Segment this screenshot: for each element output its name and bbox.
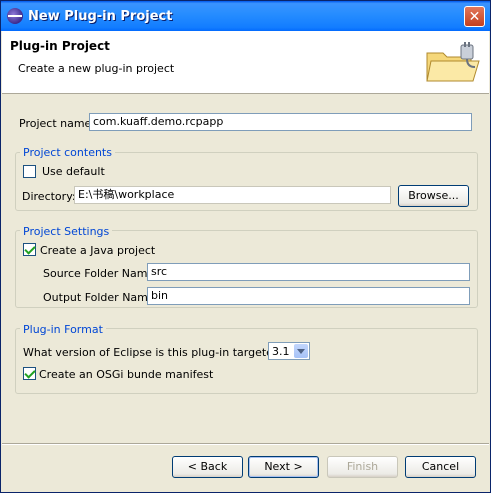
output-folder-input[interactable]: bin	[147, 287, 470, 305]
use-default-checkbox[interactable]	[23, 165, 36, 178]
project-contents-title: Project contents	[20, 146, 115, 159]
banner-description: Create a new plug-in project	[18, 62, 175, 75]
wizard-content: Project name com.kuaff.demo.rcpapp Proje…	[2, 94, 489, 434]
osgi-manifest-checkbox[interactable]	[23, 367, 36, 380]
output-folder-label: Output Folder Name:	[43, 291, 159, 304]
java-project-label: Create a Java project	[40, 244, 156, 257]
folder-plugin-icon	[426, 42, 480, 82]
project-name-input[interactable]: com.kuaff.demo.rcpapp	[89, 113, 472, 131]
dialog-window: New Plug-in Project ✕ Plug-in Project Cr…	[0, 0, 491, 493]
osgi-manifest-label: Create an OSGi bunde manifest	[39, 368, 214, 381]
cancel-button[interactable]: Cancel	[405, 456, 476, 478]
java-project-checkbox[interactable]	[23, 243, 36, 256]
eclipse-icon	[7, 8, 23, 24]
plugin-format-group	[15, 328, 478, 394]
next-button[interactable]: Next >	[248, 456, 319, 478]
chevron-down-icon[interactable]	[294, 344, 308, 358]
back-button[interactable]: < Back	[172, 456, 243, 478]
eclipse-version-select[interactable]: 3.1	[268, 342, 310, 360]
project-name-label: Project name	[19, 117, 92, 130]
banner-title: Plug-in Project	[10, 39, 110, 53]
close-button[interactable]: ✕	[464, 6, 485, 27]
browse-button[interactable]: Browse...	[398, 185, 469, 207]
source-folder-input[interactable]: src	[147, 263, 470, 281]
directory-label: Directory:	[22, 190, 76, 203]
eclipse-version-value: 3.1	[272, 345, 290, 358]
window-title: New Plug-in Project	[28, 9, 173, 24]
eclipse-version-label: What version of Eclipse is this plug-in …	[23, 346, 305, 359]
footer-separator	[2, 443, 489, 445]
finish-button[interactable]: Finish	[327, 456, 398, 478]
project-settings-title: Project Settings	[20, 225, 113, 238]
directory-input[interactable]: E:\书稿\workplace	[74, 186, 391, 204]
title-bar[interactable]: New Plug-in Project ✕	[1, 1, 490, 31]
plugin-format-title: Plug-in Format	[20, 323, 106, 336]
source-folder-label: Source Folder Name:	[43, 267, 158, 280]
wizard-banner: Plug-in Project Create a new plug-in pro…	[2, 31, 489, 94]
use-default-label: Use default	[42, 165, 105, 178]
